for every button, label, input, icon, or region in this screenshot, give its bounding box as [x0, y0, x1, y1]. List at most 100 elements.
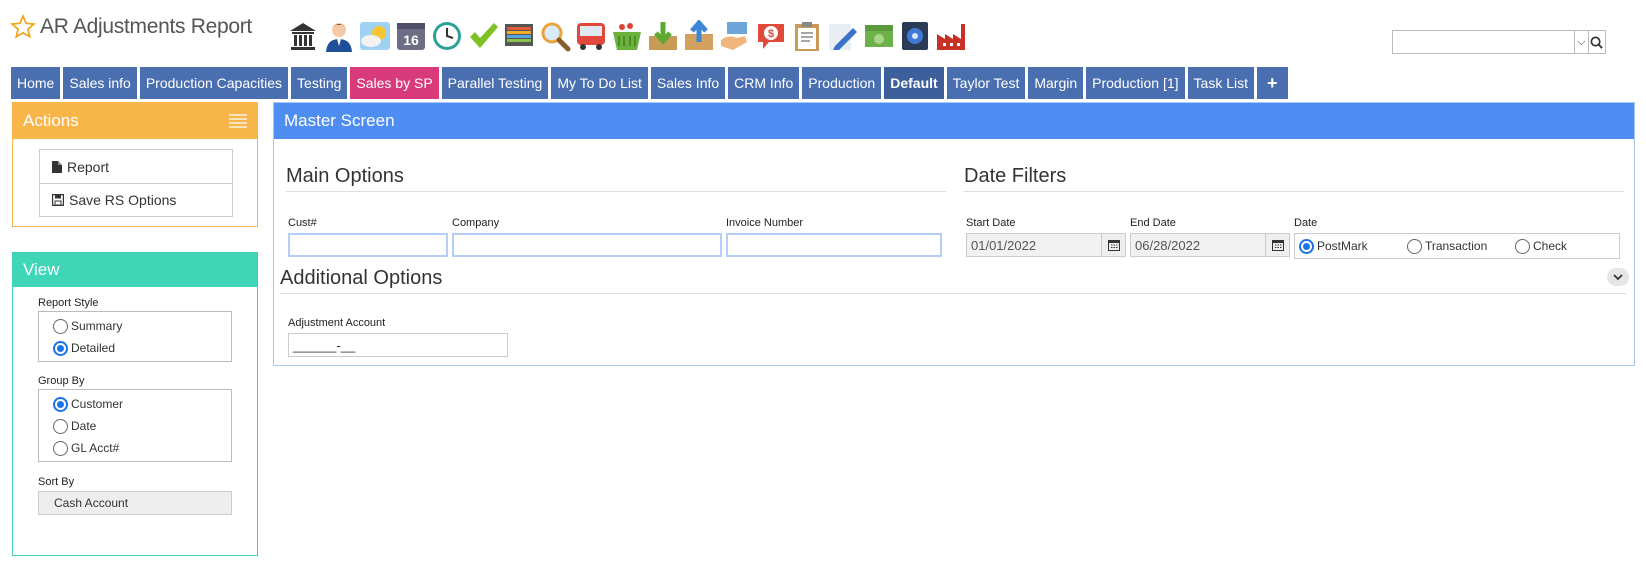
tab-default[interactable]: Default: [884, 67, 944, 99]
end-date-input[interactable]: 06/28/2022: [1131, 234, 1265, 256]
safe-icon[interactable]: [899, 18, 931, 54]
dollar-chat-icon[interactable]: $: [755, 18, 787, 54]
group-by-date[interactable]: Date: [53, 415, 231, 437]
start-date-label: Start Date: [966, 217, 1016, 229]
date-postmark[interactable]: PostMark: [1299, 235, 1407, 257]
inbox-download-icon[interactable]: [647, 18, 679, 54]
date-check[interactable]: Check: [1515, 235, 1567, 257]
report-style-summary[interactable]: Summary: [53, 315, 231, 337]
tab-production[interactable]: Production: [802, 67, 882, 99]
chevron-down-icon: ⌵: [1577, 35, 1586, 48]
search-button[interactable]: [1587, 31, 1605, 53]
star-icon[interactable]: [10, 14, 36, 40]
search-dropdown-button[interactable]: ⌵: [1574, 31, 1588, 53]
clipboard-icon[interactable]: [791, 18, 823, 54]
main-options-title: Main Options: [286, 165, 404, 187]
adjustment-account-input[interactable]: ______-__: [288, 333, 508, 357]
tab-task-list[interactable]: Task List: [1187, 67, 1254, 99]
save-rs-options-action[interactable]: Save RS Options: [40, 183, 232, 216]
magnifier-icon[interactable]: [539, 18, 571, 54]
group-by-gl-acct[interactable]: GL Acct#: [53, 437, 231, 459]
hamburger-menu-icon[interactable]: [229, 114, 247, 128]
page-title: AR Adjustments Report: [40, 15, 252, 38]
radio-summary[interactable]: [53, 318, 68, 334]
invoice-number-input[interactable]: [726, 233, 942, 257]
bus-icon[interactable]: [575, 18, 607, 54]
tab-my-to-do-list[interactable]: My To Do List: [551, 67, 648, 99]
main-options-divider: [286, 191, 946, 192]
money-icon[interactable]: [863, 18, 895, 54]
report-style-group: Summary Detailed: [38, 311, 232, 362]
radio-detailed[interactable]: [53, 340, 68, 356]
hand-card-icon[interactable]: [719, 18, 751, 54]
tab-parallel-testing[interactable]: Parallel Testing: [441, 67, 549, 99]
header-title-area: AR Adjustments Report: [10, 14, 252, 40]
radio-check[interactable]: [1515, 238, 1530, 254]
start-date-picker[interactable]: [1101, 234, 1125, 256]
start-date-field: 01/01/2022: [966, 233, 1126, 257]
monitor-icon[interactable]: [503, 18, 535, 54]
group-by-customer[interactable]: Customer: [53, 393, 231, 415]
date-transaction[interactable]: Transaction: [1407, 235, 1515, 257]
tab-production-1[interactable]: Production [1]: [1086, 67, 1185, 99]
calendar-icon: [1271, 240, 1284, 251]
collapse-toggle[interactable]: [1607, 268, 1629, 286]
chevron-down-icon: [1613, 273, 1623, 280]
add-tab-button[interactable]: +: [1257, 67, 1288, 99]
tab-sales-info[interactable]: Sales info: [63, 67, 137, 99]
report-style-label: Report Style: [38, 297, 99, 309]
factory-icon[interactable]: [935, 18, 967, 54]
group-by-label: Group By: [38, 375, 85, 387]
end-date-picker[interactable]: [1265, 234, 1289, 256]
gl-acct-label: GL Acct#: [71, 441, 120, 455]
company-input[interactable]: [452, 233, 722, 257]
tab-production-capacities[interactable]: Production Capacities: [139, 67, 289, 99]
summary-label: Summary: [71, 319, 123, 333]
calendar-icon: [1107, 240, 1120, 251]
report-action[interactable]: Report: [40, 150, 232, 183]
file-icon: [52, 160, 62, 173]
tab-sales-info-2[interactable]: Sales Info: [650, 67, 726, 99]
tab-bar: Home Sales info Production Capacities Te…: [11, 67, 1288, 99]
actions-title: Actions: [23, 111, 79, 130]
tab-taylor-test[interactable]: Taylor Test: [946, 67, 1026, 99]
sort-by-label: Sort By: [38, 476, 75, 488]
radio-postmark[interactable]: [1299, 238, 1314, 254]
radio-gl-acct[interactable]: [53, 440, 68, 456]
weather-icon[interactable]: [359, 18, 391, 54]
actions-header: Actions: [13, 103, 257, 139]
radio-transaction[interactable]: [1407, 238, 1422, 254]
search-input[interactable]: [1393, 31, 1574, 53]
check-label: Check: [1533, 239, 1568, 253]
box-upload-icon[interactable]: [683, 18, 715, 54]
transaction-label: Transaction: [1425, 239, 1488, 253]
tab-testing[interactable]: Testing: [291, 67, 348, 99]
cust-label: Cust#: [288, 217, 317, 229]
user-icon[interactable]: [323, 18, 355, 54]
date-filters-title: Date Filters: [964, 165, 1067, 187]
tab-sales-by-sp[interactable]: Sales by SP: [350, 67, 439, 99]
cust-input[interactable]: [288, 233, 448, 257]
additional-options-title: Additional Options: [280, 267, 443, 289]
toolbar-icons: 16 $: [287, 18, 967, 54]
tab-crm-info[interactable]: CRM Info: [728, 67, 800, 99]
sort-by-select[interactable]: Cash Account: [38, 491, 232, 515]
start-date-input[interactable]: 01/01/2022: [967, 234, 1101, 256]
bank-icon[interactable]: [287, 18, 319, 54]
save-rs-options-label: Save RS Options: [69, 192, 177, 208]
radio-customer[interactable]: [53, 396, 68, 412]
tab-margin[interactable]: Margin: [1028, 67, 1084, 99]
report-style-detailed[interactable]: Detailed: [53, 337, 231, 359]
view-panel: View Report Style Summary Detailed Group…: [12, 252, 258, 556]
pencil-icon[interactable]: [827, 18, 859, 54]
basket-icon[interactable]: [611, 18, 643, 54]
end-date-field: 06/28/2022: [1130, 233, 1290, 257]
clock-icon[interactable]: [431, 18, 463, 54]
radio-date[interactable]: [53, 418, 68, 434]
checkmark-icon[interactable]: [467, 18, 499, 54]
date-type-group: PostMark Transaction Check: [1294, 233, 1620, 259]
customer-label: Customer: [71, 397, 124, 411]
actions-panel: Actions Report Save RS Options: [12, 102, 258, 227]
calendar-16-icon[interactable]: 16: [395, 18, 427, 54]
tab-home[interactable]: Home: [11, 67, 61, 99]
